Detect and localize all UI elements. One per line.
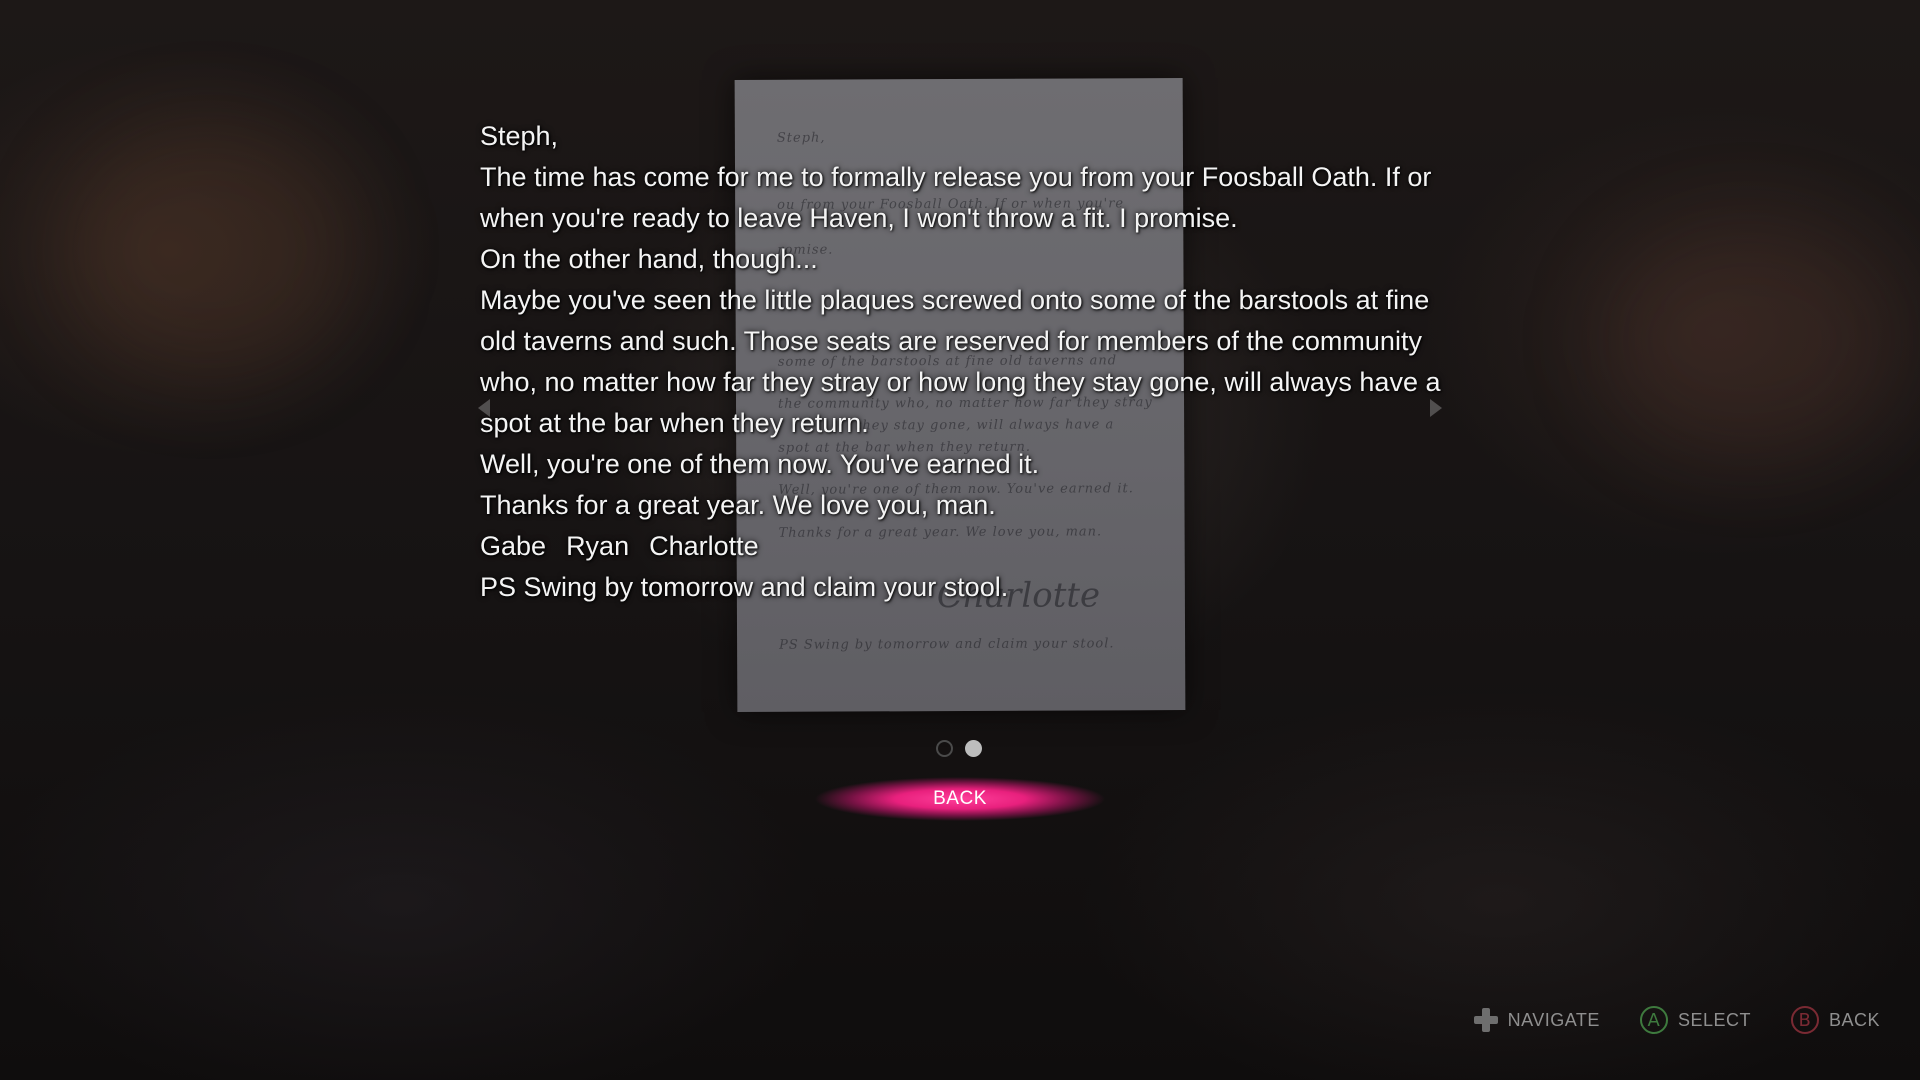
- prev-page-arrow-icon[interactable]: [478, 399, 490, 417]
- letter-paragraph: The time has come for me to formally rel…: [480, 162, 1432, 233]
- page-dot-1[interactable]: [936, 740, 953, 757]
- back-button[interactable]: BACK: [815, 776, 1105, 822]
- hint-navigate: NAVIGATE: [1473, 1008, 1600, 1032]
- hint-back-label: BACK: [1828, 1009, 1880, 1030]
- next-page-arrow-icon[interactable]: [1430, 399, 1442, 417]
- letter-transcription: Steph, The time has come for me to forma…: [480, 116, 1460, 608]
- page-dot-2-active[interactable]: [965, 740, 982, 757]
- handwritten-postscript: PS Swing by tomorrow and claim your stoo…: [779, 636, 1115, 653]
- signature-gabe: Gabe: [480, 531, 547, 561]
- background-light-left: [60, 120, 360, 380]
- page-indicator: [936, 740, 982, 757]
- dpad-icon: [1473, 1008, 1498, 1032]
- hint-navigate-label: NAVIGATE: [1507, 1009, 1600, 1030]
- controller-hints: NAVIGATE A SELECT B BACK: [1473, 1006, 1880, 1034]
- letter-paragraph: Maybe you've seen the little plaques scr…: [480, 285, 1441, 438]
- hint-back[interactable]: B BACK: [1790, 1006, 1880, 1034]
- letter-paragraph: Well, you're one of them now. You've ear…: [480, 449, 1040, 479]
- hint-select-label: SELECT: [1677, 1009, 1751, 1030]
- background-light-right: [1600, 220, 1900, 460]
- letter-paragraph: On the other hand, though...: [480, 244, 818, 274]
- signature-charlotte: Charlotte: [649, 531, 759, 561]
- hint-select: A SELECT: [1639, 1006, 1751, 1034]
- a-button-icon: A: [1639, 1006, 1668, 1034]
- letter-postscript: PS Swing by tomorrow and claim your stoo…: [480, 572, 1009, 602]
- letter-paragraph: Thanks for a great year. We love you, ma…: [480, 490, 996, 520]
- letter-signatures: Gabe Ryan Charlotte: [480, 526, 1460, 567]
- letter-greeting: Steph,: [480, 121, 559, 151]
- b-button-icon: B: [1790, 1006, 1819, 1034]
- signature-ryan: Ryan: [566, 531, 630, 561]
